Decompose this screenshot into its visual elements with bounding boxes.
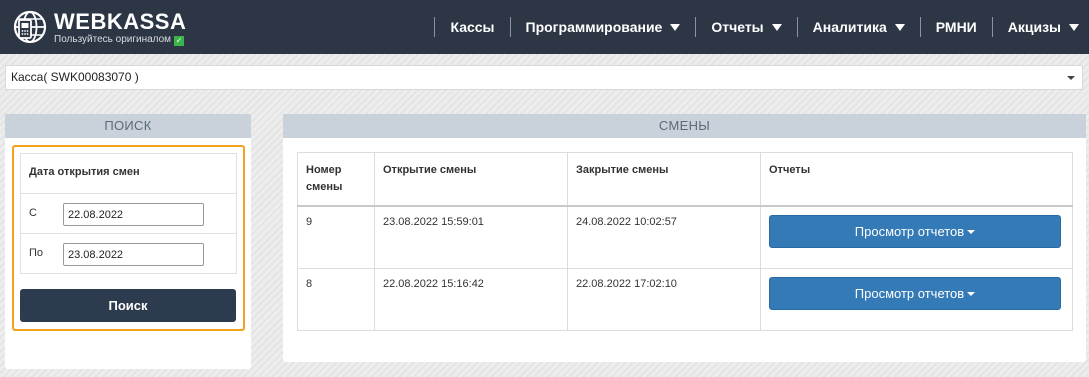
caret-down-icon [670, 23, 681, 31]
nav-item-label: Отчеты [711, 19, 764, 35]
shifts-table: Номер смены Открытие смены Закрытие смен… [297, 152, 1073, 331]
nav-item-rmni[interactable]: РМНИ [919, 17, 992, 37]
view-reports-label: Просмотр отчетов [854, 285, 965, 301]
search-panel-title: ПОИСК [5, 114, 251, 138]
kassa-select[interactable]: Касса( SWK00083070 ) [5, 65, 1083, 90]
date-filter-title: Дата открытия смен [21, 154, 236, 194]
top-navigation-bar: WEBKASSA Пользуйтесь оригиналом ✓ Кассы П… [0, 0, 1089, 54]
webkassa-logo-icon [13, 10, 47, 44]
nav-item-programming[interactable]: Программирование [509, 17, 696, 37]
check-icon: ✓ [174, 36, 185, 46]
view-reports-button[interactable]: Просмотр отчетов [769, 276, 1061, 310]
cell-shift-number: 9 [297, 205, 375, 269]
view-reports-button[interactable]: Просмотр отчетов [769, 215, 1061, 248]
search-button[interactable]: Поиск [20, 289, 236, 322]
caret-down-icon [771, 23, 782, 31]
date-filter: Дата открытия смен С По [20, 153, 237, 274]
date-to-label: По [29, 247, 44, 259]
table-header-row: Номер смены Открытие смены Закрытие смен… [297, 152, 1073, 207]
chevron-down-icon [1067, 76, 1075, 80]
shifts-panel: СМЕНЫ Номер смены Открытие смены Закрыти… [283, 114, 1086, 362]
view-reports-label: Просмотр отчетов [854, 224, 965, 239]
column-header-number: Номер смены [297, 152, 375, 207]
nav-item-label: Акцизы [1007, 19, 1061, 35]
date-from-row: С [21, 194, 236, 234]
caret-down-icon [894, 23, 905, 31]
kassa-select-value: Касса( SWK00083070 ) [11, 70, 139, 84]
main-nav: Кассы Программирование Отчеты Аналитика … [434, 0, 1089, 54]
table-row: 9 23.08.2022 15:59:01 24.08.2022 10:02:5… [297, 205, 1073, 269]
shifts-panel-title: СМЕНЫ [283, 114, 1086, 138]
cell-shift-number: 8 [297, 267, 375, 331]
caret-down-icon [1069, 23, 1079, 31]
cell-closed: 24.08.2022 10:02:57 [567, 205, 761, 269]
nav-item-label: Программирование [525, 19, 663, 35]
nav-item-excise[interactable]: Акцизы [991, 17, 1089, 37]
cell-reports: Просмотр отчетов [760, 205, 1073, 269]
brand-tagline: Пользуйтесь оригиналом ✓ [54, 34, 185, 46]
date-from-input[interactable] [63, 203, 204, 226]
nav-item-label: Аналитика [812, 19, 887, 35]
cell-opened: 22.08.2022 15:16:42 [374, 267, 568, 331]
table-row: 8 22.08.2022 15:16:42 22.08.2022 17:02:1… [297, 267, 1073, 331]
nav-item-label: РМНИ [935, 19, 977, 35]
column-header-reports: Отчеты [760, 152, 1073, 207]
date-to-row: По [21, 234, 236, 274]
nav-item-kassy[interactable]: Кассы [434, 17, 509, 37]
date-to-input[interactable] [63, 243, 204, 266]
cell-reports: Просмотр отчетов [760, 267, 1073, 331]
nav-item-reports[interactable]: Отчеты [695, 17, 796, 37]
tagline-text: Пользуйтесь оригиналом [54, 34, 172, 45]
caret-down-icon [967, 291, 976, 296]
brand-name: WEBKASSA [54, 9, 187, 34]
column-header-opened: Открытие смены [374, 152, 568, 207]
cell-closed: 22.08.2022 17:02:10 [567, 267, 761, 331]
cell-opened: 23.08.2022 15:59:01 [374, 205, 568, 269]
column-header-closed: Закрытие смены [567, 152, 761, 207]
caret-down-icon [967, 230, 976, 234]
date-from-label: С [29, 207, 37, 219]
nav-item-analytics[interactable]: Аналитика [796, 17, 920, 37]
brand-logo[interactable]: WEBKASSA Пользуйтесь оригиналом ✓ [13, 8, 203, 48]
nav-item-label: Кассы [450, 19, 495, 35]
